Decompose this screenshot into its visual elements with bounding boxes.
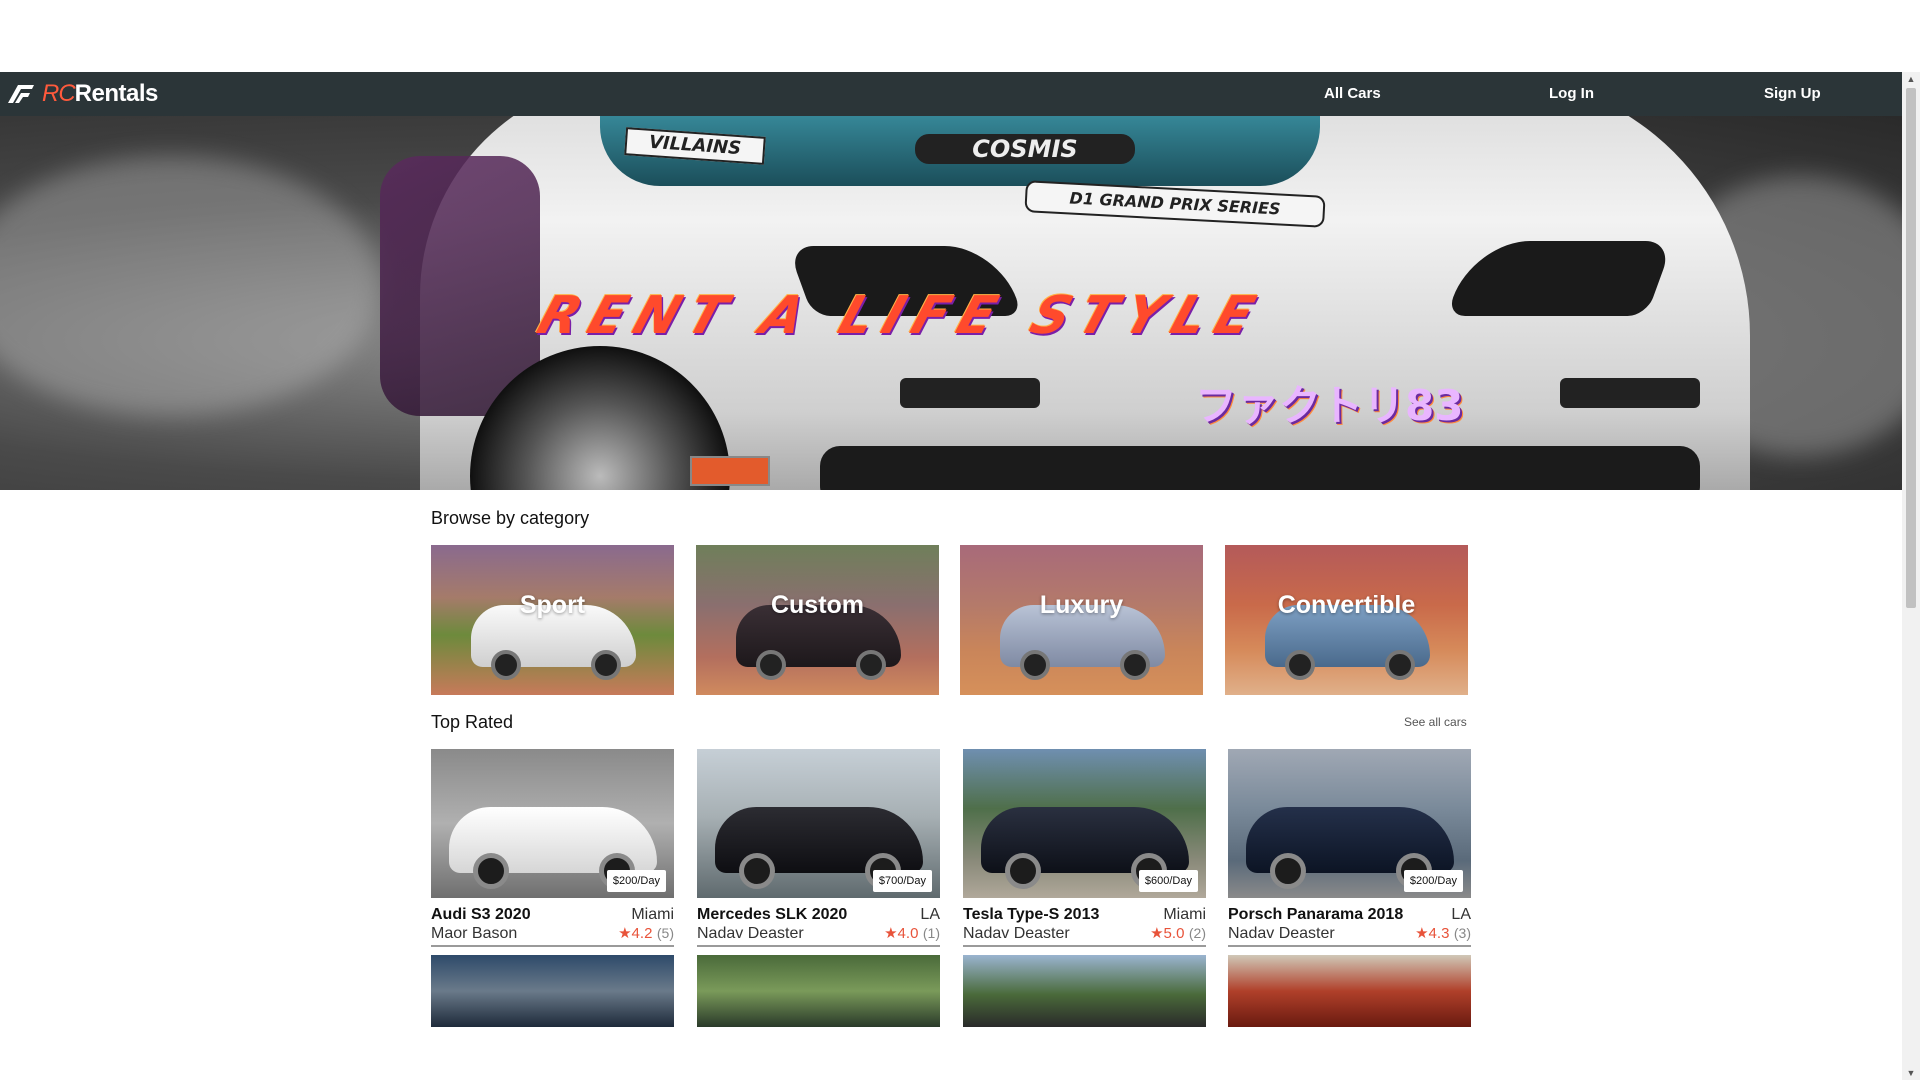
brand-rc-text: RC (42, 80, 76, 107)
car-rating-group: ★5.0 (2) (1150, 924, 1206, 943)
rating-count: (2) (1188, 925, 1206, 941)
nav-all-cars[interactable]: All Cars (1324, 72, 1381, 116)
car-photo: $600/Day (963, 749, 1206, 898)
card-divider (1228, 945, 1471, 947)
browse-by-category-heading: Browse by category (431, 508, 590, 528)
scroll-up-arrow-icon[interactable]: ▲ (1902, 72, 1920, 86)
hero-car-vent (1560, 378, 1700, 408)
price-badge: $600/Day (1138, 870, 1198, 892)
price-badge: $700/Day (872, 870, 932, 892)
hero-car-grille (820, 446, 1700, 490)
car-photo: $700/Day (697, 749, 940, 898)
wheel-icon (756, 650, 786, 680)
wheel-icon (1020, 650, 1050, 680)
hero-japanese-logo: ファクトリ83 (1195, 381, 1464, 430)
category-label: Sport (519, 590, 586, 619)
hero-car-vent (900, 378, 1040, 408)
hero-slogan: RENT A LIFE STYLE (530, 286, 1272, 346)
car-owner: Nadav Deaster (963, 925, 1070, 942)
car-rating-group: ★4.0 (1) (884, 924, 940, 943)
scroll-down-arrow-icon[interactable]: ▼ (1902, 1066, 1920, 1080)
car-card-thumbnail[interactable] (431, 955, 674, 1027)
wheel-icon (856, 650, 886, 680)
wheel-icon (1385, 650, 1415, 680)
car-card-thumbnail[interactable] (963, 955, 1206, 1027)
card-divider (697, 945, 940, 947)
car-rating: ★5.0 (1150, 925, 1185, 942)
price-badge: $200/Day (1403, 870, 1463, 892)
card-divider (431, 945, 674, 947)
car-rating: ★4.3 (1415, 925, 1450, 942)
car-card-thumbnail[interactable] (697, 955, 940, 1027)
wheel-icon (473, 853, 509, 889)
navbar: RC Rentals All Cars Log In Sign Up (0, 72, 1902, 116)
category-convertible[interactable]: Convertible (1225, 545, 1468, 695)
brand-logo-link[interactable]: RC Rentals (6, 72, 158, 116)
wheel-icon (591, 650, 621, 680)
car-rating: ★4.0 (884, 925, 919, 942)
wheel-icon (1270, 853, 1306, 889)
nav-log-in[interactable]: Log In (1549, 72, 1594, 116)
car-card-mercedes[interactable]: $700/Day Mercedes SLK 2020 LA Nadav Deas… (697, 749, 940, 947)
car-name: Mercedes SLK 2020 (697, 906, 848, 923)
see-all-cars-link[interactable]: See all cars (1404, 715, 1467, 729)
car-city: Miami (1163, 906, 1206, 923)
car-name: Porsch Panarama 2018 (1228, 906, 1404, 923)
rating-count: (5) (656, 925, 674, 941)
license-plate-decal (690, 456, 770, 486)
car-photo: $200/Day (1228, 749, 1471, 898)
browser-top-area (0, 0, 1920, 72)
car-card-audi[interactable]: $200/Day Audi S3 2020 Miami Maor Bason ★… (431, 749, 674, 947)
category-custom[interactable]: Custom (696, 545, 939, 695)
scrollbar-thumb[interactable] (1906, 88, 1916, 608)
car-city: LA (920, 906, 940, 923)
car-city: LA (1451, 906, 1471, 923)
price-badge: $200/Day (606, 870, 666, 892)
wheel-icon (1285, 650, 1315, 680)
car-card-thumbnail[interactable] (1228, 955, 1471, 1027)
car-rating-group: ★4.3 (3) (1415, 924, 1471, 943)
car-name: Tesla Type-S 2013 (963, 906, 1100, 923)
category-label: Convertible (1277, 590, 1416, 619)
hero-banner: VILLAINS COSMIS D1 GRAND PRIX SERIES REN… (0, 116, 1902, 490)
car-name: Audi S3 2020 (431, 906, 531, 923)
category-label: Luxury (1039, 590, 1124, 619)
wheel-icon (1005, 853, 1041, 889)
rating-count: (1) (922, 925, 940, 941)
car-card-tesla[interactable]: $600/Day Tesla Type-S 2013 Miami Nadav D… (963, 749, 1206, 947)
brand-rentals-text: Rentals (74, 80, 159, 107)
top-rated-heading: Top Rated (431, 712, 514, 732)
wheel-icon (739, 853, 775, 889)
wheel-icon (1120, 650, 1150, 680)
rating-count: (3) (1453, 925, 1471, 941)
car-city: Miami (631, 906, 674, 923)
category-label: Custom (770, 590, 865, 619)
cosmis-decal: COSMIS (915, 134, 1135, 164)
category-luxury[interactable]: Luxury (960, 545, 1203, 695)
smoke-effect (0, 156, 380, 416)
car-card-porsche[interactable]: $200/Day Porsch Panarama 2018 LA Nadav D… (1228, 749, 1471, 947)
car-rating-group: ★4.2 (5) (618, 924, 674, 943)
page-scrollbar[interactable]: ▲ ▼ (1902, 72, 1920, 1080)
car-owner: Maor Bason (431, 925, 518, 942)
card-divider (963, 945, 1206, 947)
car-owner: Nadav Deaster (1228, 925, 1335, 942)
rc-logo-icon (8, 85, 34, 103)
car-photo: $200/Day (431, 749, 674, 898)
car-rating: ★4.2 (618, 925, 653, 942)
category-sport[interactable]: Sport (431, 545, 674, 695)
nav-sign-up[interactable]: Sign Up (1764, 72, 1821, 116)
wheel-icon (491, 650, 521, 680)
car-owner: Nadav Deaster (697, 925, 804, 942)
